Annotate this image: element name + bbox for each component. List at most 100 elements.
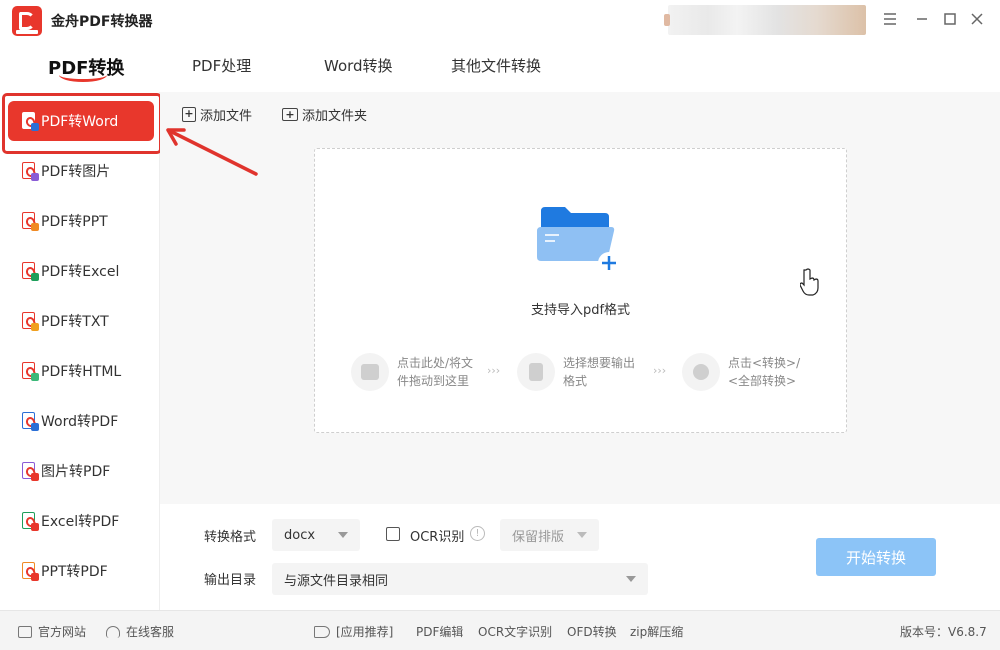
add-folder-button[interactable]: + 添加文件夹 <box>282 105 367 124</box>
add-folder-icon: + <box>282 108 298 121</box>
sidebar-item-pdf-to-txt[interactable]: PDF转TXT <box>8 301 154 341</box>
file-drop-zone[interactable]: 支持导入pdf格式 点击此处/将文 件拖动到这里 ››› 选择想要输出 格式 ›››… <box>314 148 847 433</box>
sidebar-item-label: PDF转HTML <box>41 364 122 380</box>
sidebar-item-label: PDF转图片 <box>41 164 111 180</box>
output-value: 与源文件目录相同 <box>284 573 389 589</box>
active-tab-underline <box>59 68 107 82</box>
step-3-line1: 点击<转换>/ <box>728 356 801 370</box>
headset-icon <box>106 625 120 638</box>
sidebar-item-label: 图片转PDF <box>41 464 111 480</box>
link-ofd[interactable]: OFD转换 <box>567 623 617 640</box>
sidebar-item-pdf-to-excel[interactable]: PDF转Excel <box>8 251 154 291</box>
app-recommend: [应用推荐] <box>314 623 393 640</box>
add-file-label: 添加文件 <box>200 109 253 124</box>
recommend-label: [应用推荐] <box>336 625 394 639</box>
pdf-logo-icon <box>12 6 42 36</box>
sidebar-item-pdf-to-word[interactable]: PDF转Word <box>8 101 154 141</box>
step-3: 点击<转换>/ <全部转换> <box>682 353 800 391</box>
add-file-button[interactable]: + 添加文件 <box>182 105 252 124</box>
sidebar-item-ppt-to-pdf[interactable]: PPT转PDF <box>8 551 154 591</box>
format-select[interactable]: docx <box>272 519 360 551</box>
info-icon[interactable]: ! <box>470 526 485 541</box>
sidebar-item-label: PDF转Word <box>41 114 119 130</box>
step-separator: ››› <box>653 364 667 377</box>
menu-icon[interactable] <box>880 9 900 29</box>
sidebar-item-image-to-pdf[interactable]: 图片转PDF <box>8 451 154 491</box>
sidebar-item-excel-to-pdf[interactable]: Excel转PDF <box>8 501 154 541</box>
ocr-label: OCR识别 <box>410 530 465 545</box>
status-bar: 官方网站 在线客服 [应用推荐] PDF编辑 OCR文字识别 OFD转换 zip… <box>0 610 1000 650</box>
app-title: 金舟PDF转换器 <box>51 14 153 30</box>
monitor-icon <box>18 625 32 638</box>
sidebar-item-label: PDF转Excel <box>41 264 120 280</box>
output-dir-select[interactable]: 与源文件目录相同 <box>272 563 648 595</box>
sidebar-item-label: PDF转PPT <box>41 214 108 230</box>
version-label: 版本号：V6.8.7 <box>900 625 987 639</box>
pdf-file-icon <box>22 361 39 381</box>
step-3-line2: <全部转换> <box>728 374 797 388</box>
format-value: docx <box>284 527 316 543</box>
ocr-checkbox[interactable] <box>386 527 400 541</box>
sidebar-item-word-to-pdf[interactable]: Word转PDF <box>8 401 154 441</box>
hand-cursor-icon <box>800 268 819 296</box>
ppt-file-icon <box>22 561 39 581</box>
link-pdf-edit[interactable]: PDF编辑 <box>416 623 463 640</box>
convert-icon <box>682 353 720 391</box>
close-icon[interactable] <box>967 9 987 29</box>
conversion-settings: 转换格式 docx OCR识别 ! 保留排版 输出目录 与源文件目录相同 开始转… <box>160 504 1000 610</box>
official-site-link[interactable]: 官方网站 <box>18 623 86 640</box>
step-1: 点击此处/将文 件拖动到这里 <box>351 353 473 391</box>
main-panel: + 添加文件 + 添加文件夹 支持导入pdf格式 点击此处/将文 件拖动到这里 ›… <box>160 92 1000 504</box>
official-site-label: 官方网站 <box>38 625 87 639</box>
chevron-down-icon <box>338 532 348 538</box>
word-file-icon <box>22 411 39 431</box>
output-label: 输出目录 <box>204 573 257 588</box>
add-file-icon: + <box>182 107 196 122</box>
chevron-down-icon <box>626 576 636 582</box>
pdf-file-icon <box>22 261 39 281</box>
step-1-line1: 点击此处/将文 <box>397 356 474 370</box>
sidebar-item-label: PPT转PDF <box>41 564 108 580</box>
layout-value: 保留排版 <box>512 529 565 545</box>
step-2: 选择想要输出 格式 <box>517 353 635 391</box>
folder-icon <box>351 353 389 391</box>
folder-add-icon <box>537 207 620 274</box>
online-support-label: 在线客服 <box>126 625 175 639</box>
file-export-icon <box>517 353 555 391</box>
sidebar-item-pdf-to-image[interactable]: PDF转图片 <box>8 151 154 191</box>
pdf-file-icon <box>22 211 39 231</box>
step-1-line2: 件拖动到这里 <box>397 374 470 388</box>
megaphone-icon <box>314 625 330 638</box>
start-convert-button[interactable]: 开始转换 <box>816 538 936 576</box>
sidebar-item-label: PDF转TXT <box>41 314 109 330</box>
format-label: 转换格式 <box>204 530 257 545</box>
tab-word-convert[interactable]: Word转换 <box>324 55 393 76</box>
step-2-line1: 选择想要输出 <box>563 356 636 370</box>
tab-other-convert[interactable]: 其他文件转换 <box>451 55 541 76</box>
link-zip[interactable]: zip解压缩 <box>630 623 683 640</box>
add-folder-label: 添加文件夹 <box>302 109 368 124</box>
drop-zone-hint: 支持导入pdf格式 <box>530 303 631 318</box>
layout-select[interactable]: 保留排版 <box>500 519 599 551</box>
minimize-icon[interactable] <box>912 9 932 29</box>
pdf-file-icon <box>22 111 39 131</box>
pdf-file-icon <box>22 161 39 181</box>
step-2-line2: 格式 <box>563 374 588 388</box>
tab-pdf-process[interactable]: PDF处理 <box>192 55 251 76</box>
sidebar-item-pdf-to-ppt[interactable]: PDF转PPT <box>8 201 154 241</box>
chevron-down-icon <box>577 532 587 538</box>
blurred-account-area[interactable] <box>664 5 866 35</box>
title-bar: 金舟PDF转换器 <box>0 0 1000 40</box>
sidebar-item-pdf-to-html[interactable]: PDF转HTML <box>8 351 154 391</box>
image-file-icon <box>22 461 39 481</box>
online-support-link[interactable]: 在线客服 <box>106 623 174 640</box>
maximize-icon[interactable] <box>940 9 960 29</box>
sidebar-item-label: Word转PDF <box>41 414 119 430</box>
excel-file-icon <box>22 511 39 531</box>
top-tab-bar: PDF转换 PDF处理 Word转换 其他文件转换 <box>0 40 1000 92</box>
sidebar-item-label: Excel转PDF <box>41 514 120 530</box>
step-separator: ››› <box>487 364 501 377</box>
pdf-file-icon <box>22 311 39 331</box>
sidebar: PDF转Word PDF转图片 PDF转PPT PDF转Excel PDF转TX… <box>0 92 160 610</box>
link-ocr[interactable]: OCR文字识别 <box>478 623 552 640</box>
